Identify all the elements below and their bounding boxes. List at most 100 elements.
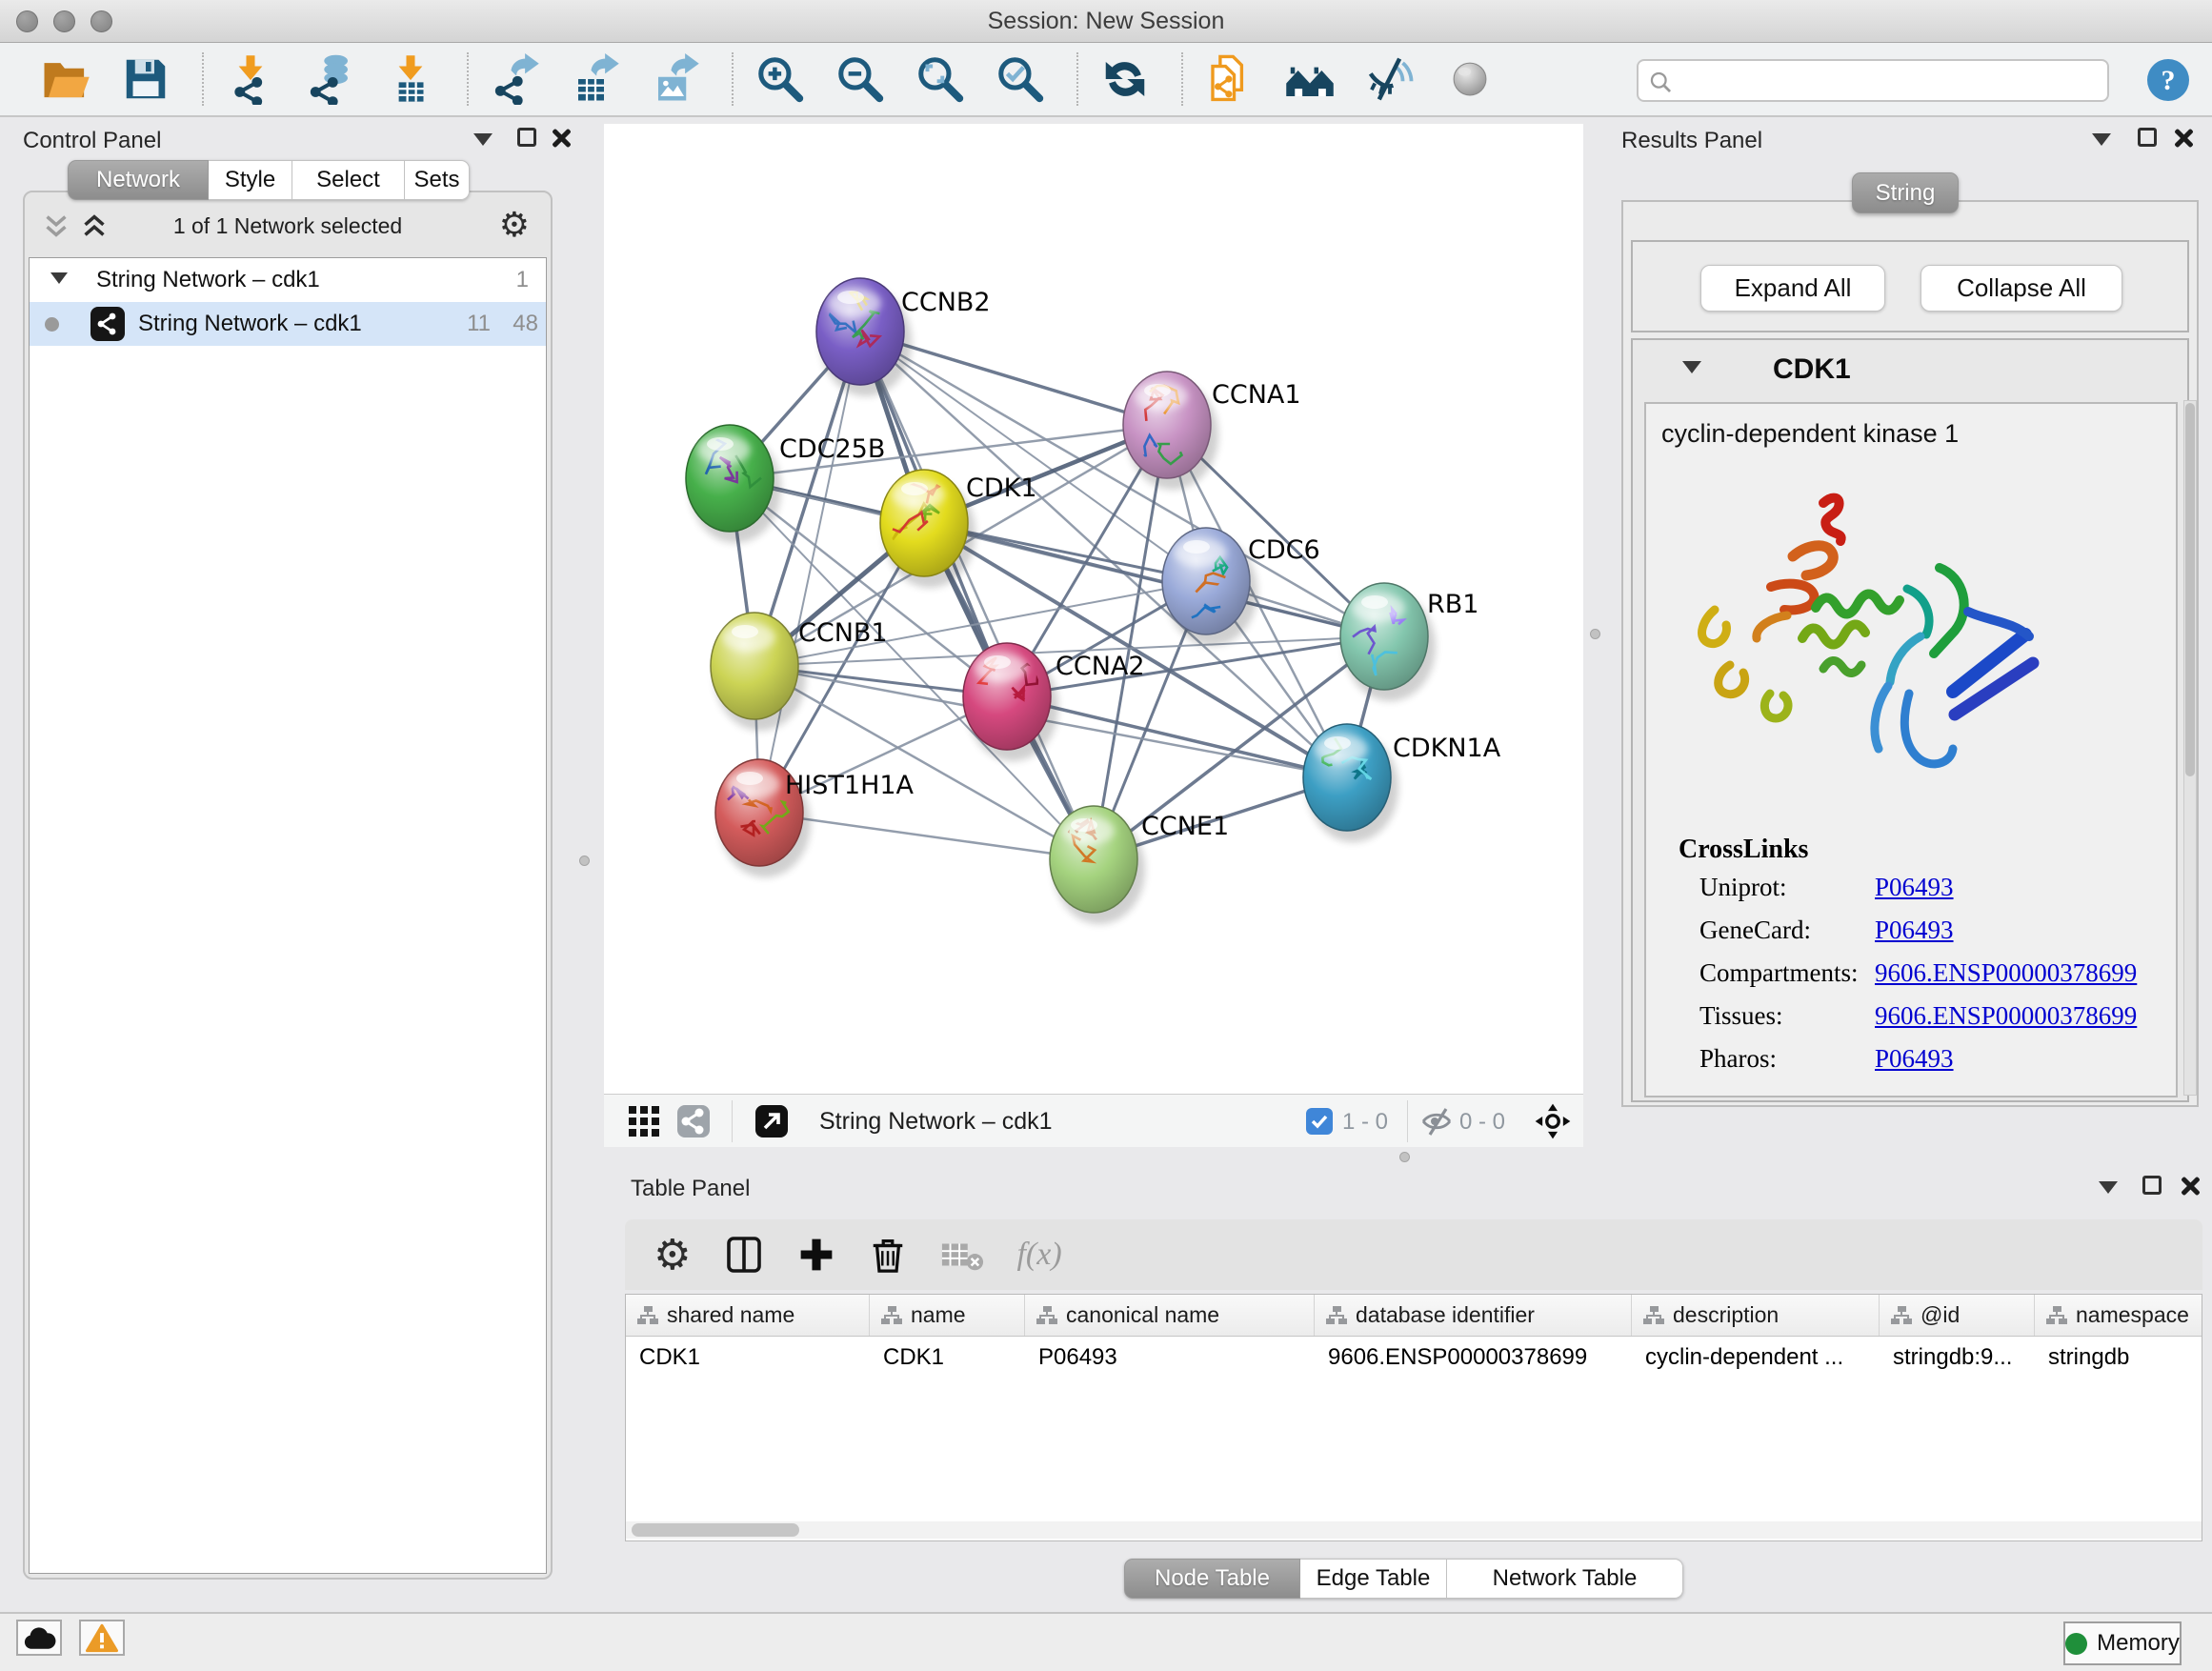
network-tree-root-row[interactable]: String Network – cdk1 1	[30, 258, 546, 302]
search-input[interactable]	[1680, 63, 2100, 98]
delete-table-icon	[940, 1236, 984, 1274]
table-panel-menu-caret-icon[interactable]	[2099, 1181, 2118, 1194]
selected-count: 1 - 0	[1342, 1109, 1388, 1136]
node-label-CCNA1: CCNA1	[1212, 380, 1301, 410]
export-image-icon[interactable]	[648, 51, 703, 107]
collapse-all-button[interactable]: Collapse All	[1920, 265, 2122, 312]
import-table-icon[interactable]	[383, 51, 438, 107]
help-icon[interactable]: ?	[2145, 57, 2191, 103]
gear-icon[interactable]: ⚙	[654, 1231, 691, 1279]
results-scrollbar-thumb[interactable]	[2185, 403, 2195, 776]
expand-all-button[interactable]: Expand All	[1700, 265, 1885, 312]
table-header-row: shared namenamecanonical namedatabase id…	[626, 1295, 2202, 1337]
column-header-namespace[interactable]: namespace	[2035, 1295, 2202, 1336]
entry-collapse-caret-icon[interactable]	[1682, 361, 1701, 373]
tree-expand-caret-icon[interactable]	[50, 272, 68, 284]
cloud-icon[interactable]	[16, 1620, 62, 1656]
network-node-CCNA2[interactable]	[963, 643, 1058, 761]
move-crosshair-icon[interactable]	[1534, 1102, 1572, 1140]
table-cell[interactable]: P06493	[1025, 1337, 1315, 1379]
string-documents-icon[interactable]	[1202, 51, 1257, 107]
results-panel-close-icon[interactable]	[2172, 127, 2193, 148]
control-panel-float-icon[interactable]	[517, 128, 536, 147]
network-node-CDKN1A[interactable]	[1303, 724, 1398, 842]
tab-string[interactable]: String	[1852, 172, 1959, 213]
table-row[interactable]: CDK1CDK1P064939606.ENSP00000378699cyclin…	[626, 1337, 2202, 1379]
network-node-CCNB1[interactable]	[711, 613, 806, 731]
import-network-database-icon[interactable]	[303, 51, 358, 107]
table-cell[interactable]: cyclin-dependent ...	[1632, 1337, 1880, 1379]
crosslink-link[interactable]: 9606.ENSP00000378699	[1875, 1001, 2137, 1031]
column-header-canonical-name[interactable]: canonical name	[1025, 1295, 1315, 1336]
tab-network-table[interactable]: Network Table	[1447, 1559, 1683, 1599]
tab-select[interactable]: Select	[292, 160, 405, 200]
network-node-CCNE1[interactable]	[1050, 806, 1145, 924]
table-scrollbar-thumb[interactable]	[632, 1523, 799, 1537]
tab-node-table[interactable]: Node Table	[1124, 1559, 1300, 1599]
columns-icon[interactable]	[723, 1234, 765, 1276]
add-column-icon[interactable]	[797, 1236, 835, 1274]
network-node-CDK1[interactable]	[880, 470, 975, 588]
string-share-badge-icon[interactable]	[676, 1104, 711, 1138]
table-cell[interactable]: stringdb:9...	[1880, 1337, 2035, 1379]
table-cell[interactable]: CDK1	[870, 1337, 1025, 1379]
apply-layout-refresh-icon[interactable]	[1097, 51, 1153, 107]
structure-sphere-icon[interactable]	[1442, 51, 1498, 107]
control-panel-menu-caret-icon[interactable]	[473, 133, 493, 146]
right-splitter-handle[interactable]	[1590, 629, 1600, 639]
table-panel-float-icon[interactable]	[2142, 1176, 2162, 1195]
network-node-RB1[interactable]	[1340, 583, 1436, 701]
import-network-file-icon[interactable]	[223, 51, 278, 107]
birdseye-view-icon[interactable]	[754, 1104, 789, 1138]
zoom-fit-icon[interactable]	[913, 51, 968, 107]
control-panel-close-icon[interactable]	[550, 127, 571, 148]
network-canvas[interactable]: CCNB2 CCNA1 CDC25B CDK1 CDC6 RB1 CCNB1 C…	[604, 124, 1583, 1094]
tab-style[interactable]: Style	[209, 160, 292, 200]
grid-view-icon[interactable]	[627, 1104, 661, 1138]
column-header-@id[interactable]: @id	[1880, 1295, 2035, 1336]
results-panel-float-icon[interactable]	[2138, 128, 2157, 147]
zoom-selected-icon[interactable]	[993, 51, 1048, 107]
left-splitter-handle[interactable]	[579, 856, 590, 866]
results-scrollbar[interactable]	[2183, 400, 2197, 1096]
save-session-icon[interactable]	[118, 51, 173, 107]
column-header-description[interactable]: description	[1632, 1295, 1880, 1336]
string-houses-icon[interactable]	[1282, 51, 1337, 107]
warning-icon[interactable]	[79, 1620, 125, 1656]
table-panel-close-icon[interactable]	[2179, 1175, 2200, 1196]
zoom-in-icon[interactable]	[753, 51, 808, 107]
crosslink-label: Tissues:	[1699, 1001, 1783, 1031]
selected-checkbox-icon[interactable]	[1305, 1107, 1334, 1136]
cdk1-entry-header[interactable]: CDK1	[1633, 340, 2187, 399]
network-options-gear-icon[interactable]: ⚙	[499, 206, 530, 245]
table-horizontal-scrollbar[interactable]	[626, 1521, 2202, 1539]
column-header-name[interactable]: name	[870, 1295, 1025, 1336]
network-node-CCNA1[interactable]	[1123, 372, 1218, 490]
hidden-eye-icon[interactable]	[1419, 1104, 1454, 1138]
delete-column-icon[interactable]	[868, 1235, 908, 1275]
network-node-CCNB2[interactable]	[816, 278, 912, 396]
table-cell[interactable]: 9606.ENSP00000378699	[1315, 1337, 1632, 1379]
network-node-CDC6[interactable]	[1162, 528, 1257, 646]
export-network-icon[interactable]	[488, 51, 543, 107]
zoom-out-icon[interactable]	[833, 51, 888, 107]
export-table-icon[interactable]	[568, 51, 623, 107]
column-header-database-identifier[interactable]: database identifier	[1315, 1295, 1632, 1336]
network-node-CDC25B[interactable]	[686, 425, 781, 543]
network-tree-child-row[interactable]: String Network – cdk1 11 48	[30, 302, 546, 346]
crosslink-link[interactable]: P06493	[1875, 1044, 1954, 1074]
memory-button[interactable]: Memory	[2063, 1621, 2182, 1665]
table-cell[interactable]: stringdb	[2035, 1337, 2202, 1379]
tab-sets[interactable]: Sets	[405, 160, 470, 200]
glass-ball-eye-icon[interactable]	[1362, 51, 1418, 107]
column-header-shared-name[interactable]: shared name	[626, 1295, 870, 1336]
search-icon	[1648, 70, 1674, 95]
crosslink-link[interactable]: 9606.ENSP00000378699	[1875, 958, 2137, 988]
crosslink-link[interactable]: P06493	[1875, 873, 1954, 902]
table-cell[interactable]: CDK1	[626, 1337, 870, 1379]
results-panel-menu-caret-icon[interactable]	[2092, 133, 2111, 146]
tab-network[interactable]: Network	[68, 160, 209, 200]
open-session-icon[interactable]	[38, 51, 93, 107]
crosslink-link[interactable]: P06493	[1875, 916, 1954, 945]
tab-edge-table[interactable]: Edge Table	[1300, 1559, 1447, 1599]
